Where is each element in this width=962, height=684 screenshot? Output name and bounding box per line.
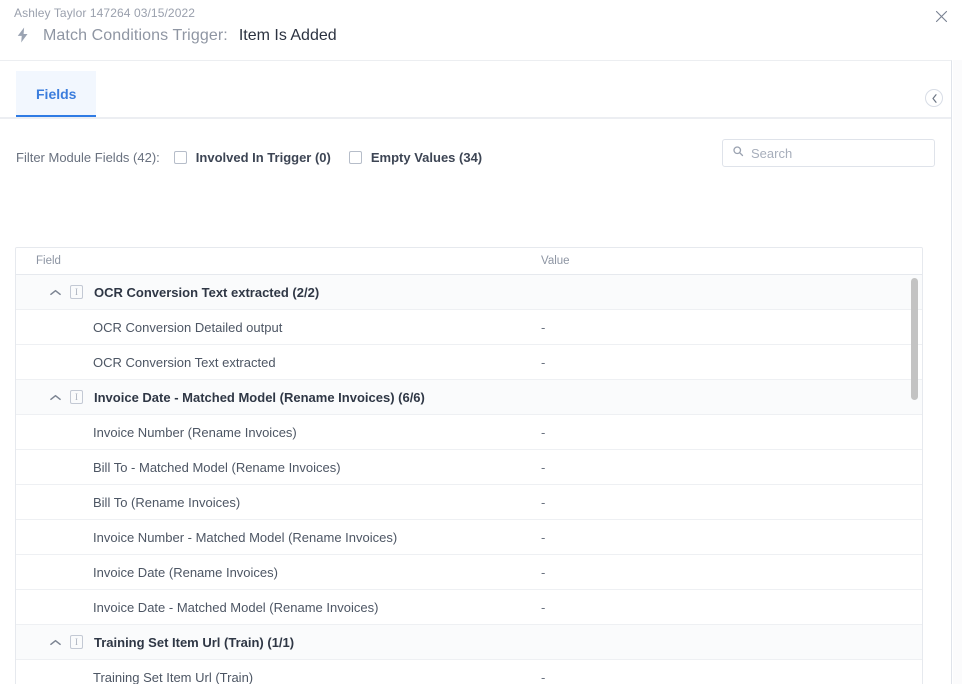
checkbox-box-icon <box>348 150 362 164</box>
cell-field: I Invoice Date - Matched Model (Rename In… <box>16 390 541 405</box>
collapse-panel-button[interactable] <box>925 89 943 107</box>
checkbox-involved-in-trigger[interactable]: Involved In Trigger (0) <box>173 149 331 165</box>
cell-value: - <box>541 354 546 370</box>
page-title-value: Item Is Added <box>238 27 337 44</box>
table-field-label: Invoice Date (Rename Invoices) <box>93 564 278 580</box>
table-header-row: Field Value <box>16 248 922 275</box>
column-header-field: Field <box>36 255 61 267</box>
text-field-icon: I <box>70 390 83 404</box>
search-input[interactable] <box>751 140 925 166</box>
column-header-value: Value <box>541 255 570 267</box>
fields-panel: Fields Filter Module Fields (42): Involv… <box>0 60 952 684</box>
tab-bar: Fields <box>0 71 951 119</box>
text-field-icon: I <box>70 635 83 649</box>
table-field-label: Training Set Item Url (Train) <box>93 669 254 684</box>
cell-field: I Training Set Item Url (Train) (1/1) <box>16 635 541 650</box>
tab-fields[interactable]: Fields <box>16 71 97 118</box>
chevron-up-icon[interactable] <box>50 637 61 648</box>
table-group-label: OCR Conversion Text extracted (2/2) <box>94 284 320 300</box>
checkbox-empty-values[interactable]: Empty Values (34) <box>348 149 483 165</box>
table-group-row[interactable]: I Training Set Item Url (Train) (1/1) <box>16 625 922 660</box>
filter-bar: Filter Module Fields (42): Involved In T… <box>0 135 951 179</box>
table-field-label: OCR Conversion Detailed output <box>93 319 283 335</box>
fields-table: Field Value I OCR Conversion Text extract… <box>15 247 923 684</box>
cell-field: Training Set Item Url (Train) <box>16 670 541 684</box>
checkbox-box-icon <box>173 150 187 164</box>
tab-bar-underline <box>0 117 951 119</box>
panel-right-gutter <box>953 60 962 684</box>
text-field-icon: I <box>70 285 83 299</box>
table-field-label: Invoice Date - Matched Model (Rename Inv… <box>93 599 379 615</box>
dataloop-field-panel: Ashley Taylor 147264 03/15/2022 Match Co… <box>0 0 962 684</box>
cell-value: - <box>541 599 546 615</box>
cell-field: Invoice Number - Matched Model (Rename I… <box>16 530 541 545</box>
table-row[interactable]: Invoice Date - Matched Model (Rename Inv… <box>16 590 922 625</box>
page-title-prefix: Match Conditions Trigger: <box>43 27 228 44</box>
close-button[interactable] <box>928 3 954 29</box>
table-field-label: Invoice Number - Matched Model (Rename I… <box>93 529 398 545</box>
chevron-up-icon[interactable] <box>50 392 61 403</box>
cell-field: Invoice Number (Rename Invoices) <box>16 425 541 440</box>
lightning-bolt-icon <box>14 26 32 46</box>
table-field-label: Invoice Number (Rename Invoices) <box>93 424 297 440</box>
table-scrollbar-thumb[interactable] <box>911 278 918 400</box>
cell-value: - <box>541 669 546 684</box>
close-icon <box>934 9 949 24</box>
table-row[interactable]: Invoice Number (Rename Invoices) - <box>16 415 922 450</box>
filter-label: Filter Module Fields (42): <box>16 149 160 165</box>
table-group-row[interactable]: I Invoice Date - Matched Model (Rename In… <box>16 380 922 415</box>
cell-field: Invoice Date (Rename Invoices) <box>16 565 541 580</box>
table-group-label: Training Set Item Url (Train) (1/1) <box>94 634 295 650</box>
table-row[interactable]: Invoice Number - Matched Model (Rename I… <box>16 520 922 555</box>
cell-value: - <box>541 564 546 580</box>
cell-value: - <box>541 319 546 335</box>
table-group-row[interactable]: I OCR Conversion Text extracted (2/2) <box>16 275 922 310</box>
page-title: Match Conditions Trigger: Item Is Added <box>14 26 337 46</box>
cell-value: - <box>541 424 546 440</box>
table-row[interactable]: OCR Conversion Detailed output - <box>16 310 922 345</box>
cell-value: - <box>541 494 546 510</box>
search-icon <box>732 144 744 162</box>
cell-field: I OCR Conversion Text extracted (2/2) <box>16 285 541 300</box>
table-field-label: Bill To (Rename Invoices) <box>93 494 241 510</box>
cell-field: OCR Conversion Text extracted <box>16 355 541 370</box>
search-box[interactable] <box>722 139 935 167</box>
cell-field: Invoice Date - Matched Model (Rename Inv… <box>16 600 541 615</box>
filter-checkbox-group: Involved In Trigger (0) Empty Values (34… <box>173 149 483 165</box>
tab-fields-label: Fields <box>36 86 77 102</box>
chevron-up-icon[interactable] <box>50 287 61 298</box>
cell-field: Bill To (Rename Invoices) <box>16 495 541 510</box>
table-row[interactable]: OCR Conversion Text extracted - <box>16 345 922 380</box>
table-field-label: Bill To - Matched Model (Rename Invoices… <box>93 459 341 475</box>
table-row[interactable]: Bill To - Matched Model (Rename Invoices… <box>16 450 922 485</box>
table-field-label: OCR Conversion Text extracted <box>93 354 276 370</box>
cell-field: Bill To - Matched Model (Rename Invoices… <box>16 460 541 475</box>
cell-value: - <box>541 529 546 545</box>
table-row[interactable]: Bill To (Rename Invoices) - <box>16 485 922 520</box>
table-scrollbar[interactable] <box>909 276 919 684</box>
table-row[interactable]: Invoice Date (Rename Invoices) - <box>16 555 922 590</box>
chevron-left-icon <box>931 93 938 103</box>
checkbox-empty-values-label: Empty Values (34) <box>370 149 483 165</box>
tab-list: Fields <box>16 71 97 118</box>
cell-field: OCR Conversion Detailed output <box>16 320 541 335</box>
table-group-label: Invoice Date - Matched Model (Rename Inv… <box>94 389 425 405</box>
cell-value: - <box>541 459 546 475</box>
table-row[interactable]: Training Set Item Url (Train) - <box>16 660 922 684</box>
breadcrumb: Ashley Taylor 147264 03/15/2022 <box>14 6 196 20</box>
checkbox-involved-in-trigger-label: Involved In Trigger (0) <box>195 149 331 165</box>
titlebar: Ashley Taylor 147264 03/15/2022 Match Co… <box>0 0 962 60</box>
table-body: I OCR Conversion Text extracted (2/2) OCR … <box>16 275 922 684</box>
